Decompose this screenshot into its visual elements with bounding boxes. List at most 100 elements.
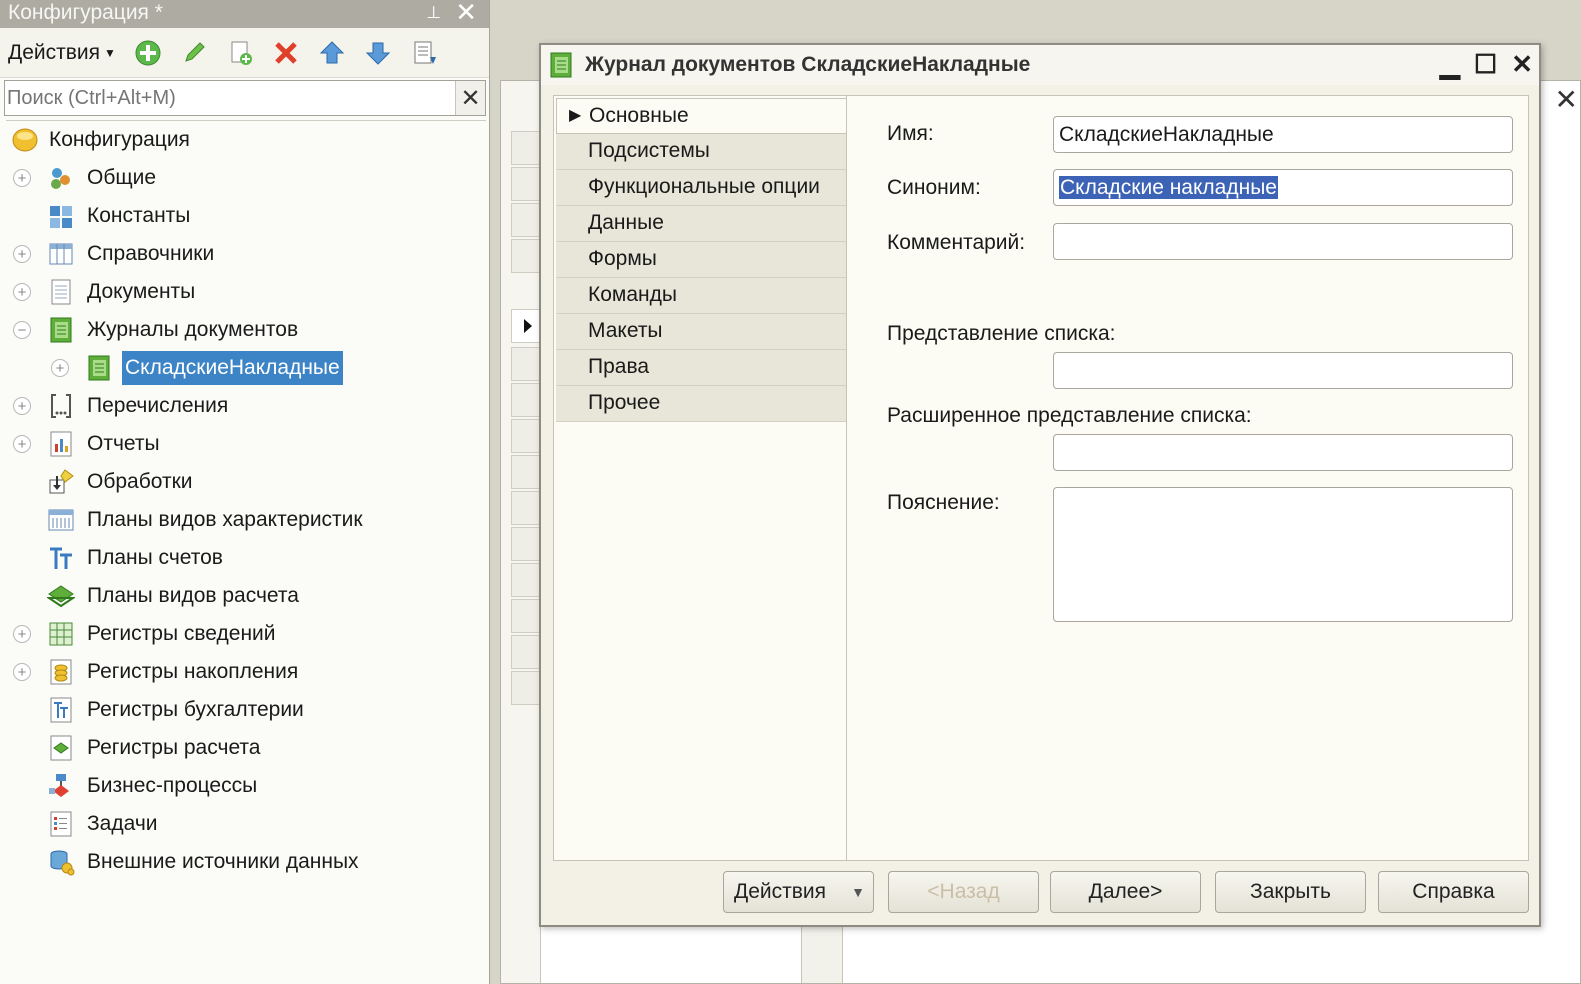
synonym-label: Синоним:	[887, 176, 981, 199]
background-tab[interactable]	[511, 203, 541, 237]
expand-icon[interactable]: +	[13, 283, 31, 301]
minimize-icon[interactable]: ▁	[1440, 49, 1460, 80]
background-tab[interactable]	[511, 167, 541, 201]
nav-item-templates[interactable]: Макеты	[556, 314, 848, 350]
close-icon[interactable]: ✕	[1555, 83, 1578, 116]
close-button-label: Закрыть	[1250, 880, 1331, 903]
ext-list-presentation-field[interactable]	[1053, 434, 1513, 471]
nav-item-functional-options[interactable]: Функциональные опции	[556, 170, 848, 206]
tree-item-business-processes[interactable]: Бизнес-процессы	[6, 769, 476, 803]
expand-icon[interactable]: +	[13, 397, 31, 415]
list-presentation-field[interactable]	[1053, 352, 1513, 389]
common-icon	[46, 163, 76, 193]
tree-item-label: Регистры расчета	[87, 736, 261, 759]
nav-item-rights[interactable]: Права	[556, 350, 848, 386]
tree-item-common[interactable]: + Общие	[6, 161, 476, 195]
tree-item-catalogs[interactable]: + Справочники	[6, 237, 476, 271]
background-tab[interactable]	[511, 239, 541, 273]
background-tab[interactable]	[511, 131, 541, 165]
tree-item-processing[interactable]: Обработки	[6, 465, 476, 499]
actions-menu[interactable]: Действия ▼	[8, 41, 116, 65]
background-tab[interactable]	[511, 455, 541, 489]
tree-item-chart-of-characteristics[interactable]: Планы видов характеристик	[6, 503, 476, 537]
chart-of-char-icon	[46, 505, 76, 535]
edit-icon[interactable]	[180, 39, 208, 67]
expand-icon[interactable]: +	[13, 169, 31, 187]
tree-item-info-registers[interactable]: + Регистры сведений	[6, 617, 476, 651]
expand-icon[interactable]: +	[13, 625, 31, 643]
tree-item-external-data[interactable]: Внешние источники данных	[6, 845, 476, 879]
delete-icon[interactable]	[272, 39, 300, 67]
background-tab[interactable]	[511, 599, 541, 633]
tree-item-constants[interactable]: Константы	[6, 199, 476, 233]
tasks-icon	[46, 809, 76, 839]
tree-item-configuration[interactable]: Конфигурация	[6, 123, 476, 157]
search-input[interactable]	[5, 81, 455, 115]
tree-item-documents[interactable]: + Документы	[6, 275, 476, 309]
expand-icon[interactable]: +	[13, 245, 31, 263]
tree-item-tasks[interactable]: Задачи	[6, 807, 476, 841]
tree-item-label: Документы	[87, 280, 196, 303]
nav-item-data[interactable]: Данные	[556, 206, 848, 242]
add-icon[interactable]	[134, 39, 162, 67]
tree-item-calc-registers[interactable]: Регистры расчета	[6, 731, 476, 765]
background-tab[interactable]	[511, 419, 541, 453]
help-button[interactable]: Справка	[1378, 871, 1529, 913]
nav-item-label: Права	[588, 355, 650, 378]
maximize-icon[interactable]: ☐	[1474, 49, 1497, 80]
nav-item-forms[interactable]: Формы	[556, 242, 848, 278]
tree-item-chart-of-calc[interactable]: Планы видов расчета	[6, 579, 476, 613]
tree-item-label: Обработки	[87, 470, 193, 493]
background-tab[interactable]	[511, 383, 541, 417]
move-down-icon[interactable]	[364, 39, 392, 67]
calc-register-icon	[46, 733, 76, 763]
nav-item-other[interactable]: Прочее	[556, 386, 848, 422]
close-icon[interactable]: ✕	[455, 0, 477, 25]
tree-item-accounting-registers[interactable]: Регистры бухгалтерии	[6, 693, 476, 727]
tree-item-enums[interactable]: + Перечисления	[6, 389, 476, 423]
background-tab[interactable]	[511, 491, 541, 525]
nav-item-main[interactable]: ▶ Основные	[556, 98, 848, 134]
background-tab[interactable]	[511, 635, 541, 669]
accounting-register-icon	[46, 695, 76, 725]
collapse-icon[interactable]: −	[13, 321, 31, 339]
tree-item-accum-registers[interactable]: + Регистры накопления	[6, 655, 476, 689]
sort-icon[interactable]	[410, 39, 438, 67]
copy-icon[interactable]	[226, 39, 254, 67]
comment-field[interactable]	[1053, 223, 1513, 260]
close-button[interactable]: Закрыть	[1215, 871, 1366, 913]
tree-item-skladskie-nakladnye[interactable]: + СкладскиеНакладные	[6, 351, 476, 385]
expand-icon[interactable]: +	[51, 359, 69, 377]
clear-search-icon[interactable]: ✕	[455, 81, 485, 115]
background-tab[interactable]	[511, 527, 541, 561]
search-box: ✕	[4, 80, 486, 116]
nav-item-commands[interactable]: Команды	[556, 278, 848, 314]
nav-item-label: Прочее	[588, 391, 661, 414]
expand-icon[interactable]: +	[13, 663, 31, 681]
nav-item-subsystems[interactable]: Подсистемы	[556, 134, 848, 170]
explanation-textarea[interactable]	[1053, 487, 1513, 622]
chart-of-accounts-icon	[46, 543, 76, 573]
background-tab[interactable]	[511, 563, 541, 597]
background-tab[interactable]	[511, 671, 541, 705]
tree-item-chart-of-accounts[interactable]: Планы счетов	[6, 541, 476, 575]
next-button-label: Далее>	[1088, 880, 1163, 903]
expand-icon[interactable]: +	[13, 435, 31, 453]
back-button[interactable]: <Назад	[888, 871, 1039, 913]
background-tab-active[interactable]	[511, 309, 541, 343]
actions-dropdown-button[interactable]: Действия ▼	[723, 871, 874, 913]
move-up-icon[interactable]	[318, 39, 346, 67]
dialog-title: Журнал документов СкладскиеНакладные	[585, 53, 1031, 76]
tree-item-label: Регистры бухгалтерии	[87, 698, 304, 721]
processing-icon	[46, 467, 76, 497]
nav-item-label: Основные	[589, 104, 689, 127]
next-button[interactable]: Далее>	[1050, 871, 1201, 913]
name-field[interactable]: СкладскиеНакладные	[1053, 116, 1513, 153]
tree-item-label: Отчеты	[87, 432, 160, 455]
tree-item-document-journals[interactable]: − Журналы документов	[6, 313, 476, 347]
close-icon[interactable]: ✕	[1511, 49, 1533, 80]
background-tab[interactable]	[511, 347, 541, 381]
synonym-field[interactable]: Складские накладные	[1053, 169, 1513, 206]
pin-icon[interactable]: ⊥	[426, 0, 441, 26]
tree-item-reports[interactable]: + Отчеты	[6, 427, 476, 461]
